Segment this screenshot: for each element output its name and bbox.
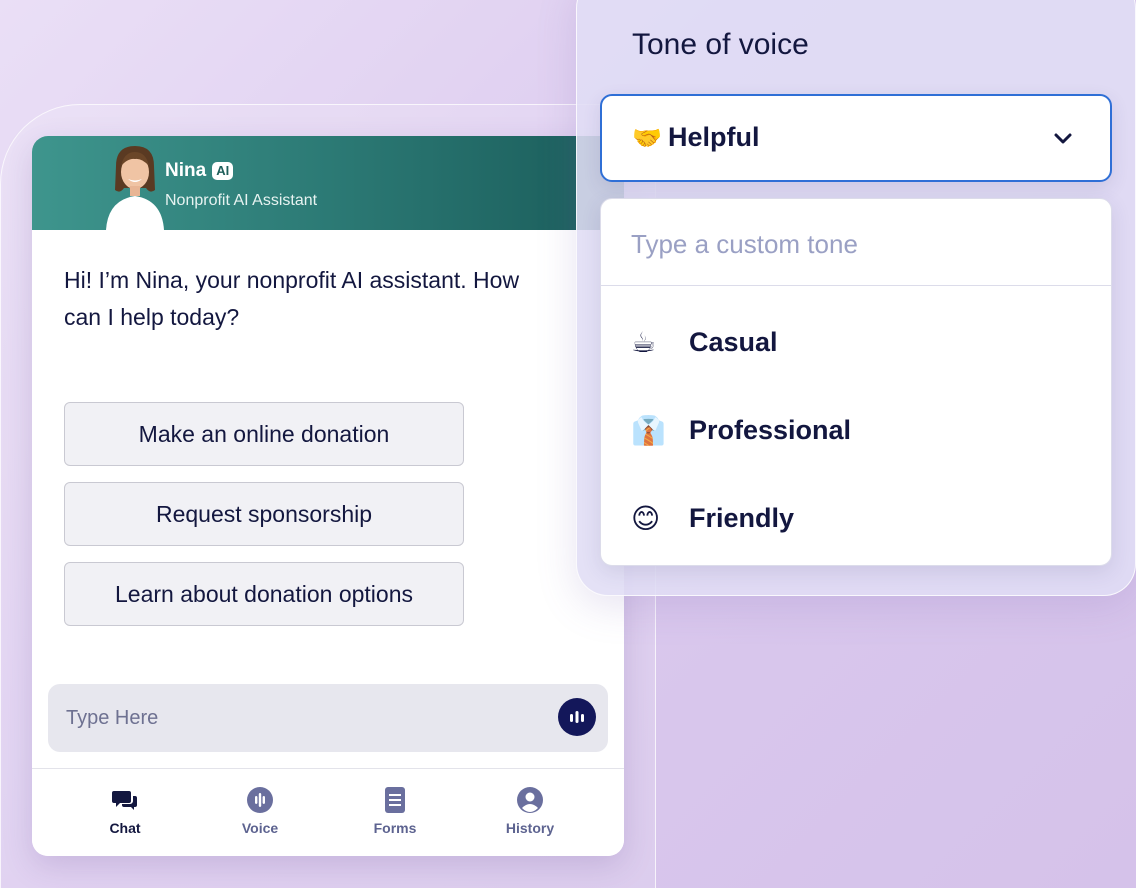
nav-tab-history[interactable]: History [480, 786, 580, 836]
tone-panel-title: Tone of voice [632, 28, 809, 61]
tone-options-menu: ☕ Casual 👔 Professional 😊 Friendly [600, 198, 1112, 566]
chevron-down-icon [1054, 133, 1072, 144]
tone-option-friendly[interactable]: 😊 Friendly [601, 479, 1111, 559]
agent-avatar [106, 146, 164, 230]
tone-option-label: Professional [689, 415, 852, 445]
agent-subtitle: Nonprofit AI Assistant [165, 192, 318, 209]
chat-bubbles-icon [112, 791, 137, 810]
audio-bars-icon [570, 711, 584, 723]
message-input[interactable] [66, 684, 546, 752]
nav-tab-voice[interactable]: Voice [210, 786, 310, 836]
custom-tone-input[interactable] [631, 219, 1081, 269]
tone-option-label: Friendly [689, 503, 795, 533]
tone-selected-label: Helpful [668, 122, 760, 152]
forms-icon [385, 787, 405, 813]
smiley-icon: 😊 [631, 502, 661, 535]
agent-name-row: Nina AI [165, 160, 234, 182]
nav-tab-chat[interactable]: Chat [75, 786, 175, 836]
tone-option-label: Casual [689, 327, 778, 357]
option-request-sponsorship-button[interactable]: Request sponsorship [64, 482, 464, 546]
voice-input-button[interactable] [558, 698, 596, 736]
agent-name: Nina [165, 160, 207, 181]
ai-badge: AI [212, 162, 234, 180]
tone-option-casual[interactable]: ☕ Casual [601, 303, 1111, 383]
voice-icon [247, 787, 273, 813]
message-input-bar [48, 684, 608, 752]
nav-tab-forms[interactable]: Forms [345, 786, 445, 836]
option-donation-options-button[interactable]: Learn about donation options [64, 562, 464, 626]
nav-label-history: History [505, 820, 555, 836]
chat-header: Nina AI Nonprofit AI Assistant [32, 136, 624, 230]
user-history-icon [517, 787, 543, 813]
coffee-icon: ☕ [631, 326, 657, 359]
necktie-shirt-icon: 👔 [631, 414, 666, 447]
menu-divider [601, 285, 1111, 286]
tone-option-professional[interactable]: 👔 Professional [601, 391, 1111, 471]
handshake-icon: 🤝 [632, 124, 662, 152]
option-online-donation-button[interactable]: Make an online donation [64, 402, 464, 466]
nav-divider [32, 768, 624, 769]
nav-label-voice: Voice [241, 820, 279, 836]
nav-label-chat: Chat [109, 820, 141, 836]
tone-select-dropdown[interactable]: 🤝 Helpful [600, 94, 1112, 182]
greeting-message: Hi! I’m Nina, your nonprofit AI assistan… [64, 267, 520, 330]
nav-label-forms: Forms [373, 820, 417, 836]
